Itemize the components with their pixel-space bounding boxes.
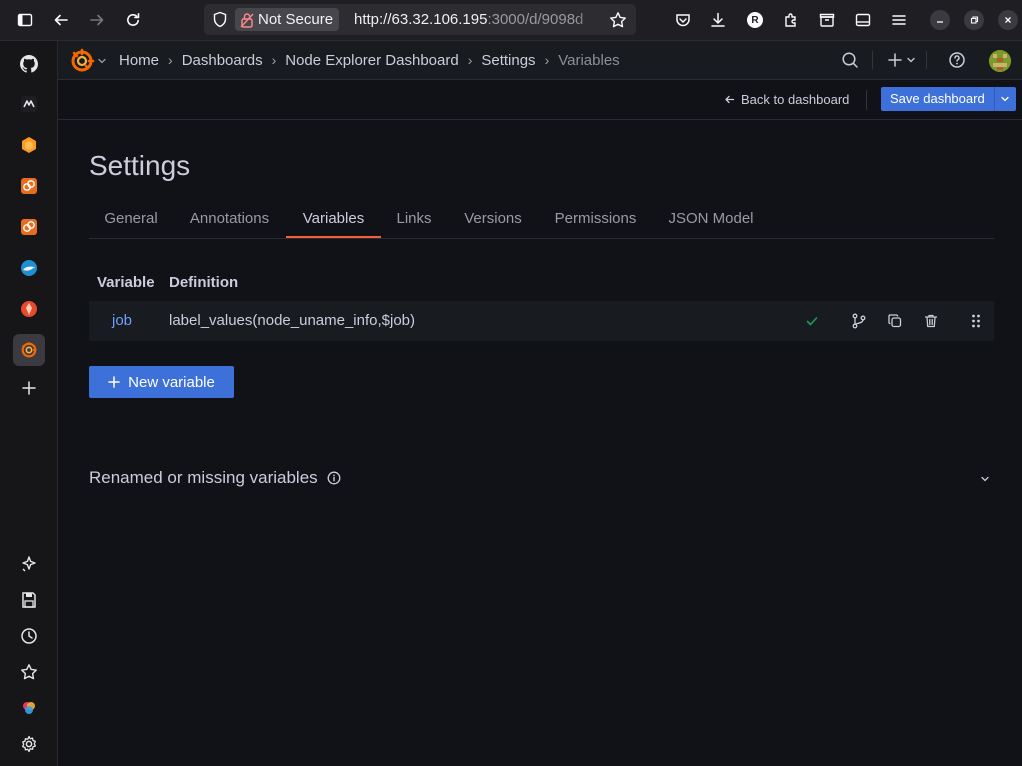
variable-name-link[interactable]: job bbox=[112, 301, 132, 341]
sidebar-view-icon[interactable] bbox=[849, 6, 877, 34]
tab-versions[interactable]: Versions bbox=[451, 202, 535, 238]
maximize-icon[interactable] bbox=[964, 10, 984, 30]
definition-column-header: Definition bbox=[169, 274, 239, 291]
shield-icon[interactable] bbox=[212, 11, 228, 28]
sparkle-icon[interactable] bbox=[13, 548, 45, 580]
divider bbox=[872, 51, 873, 69]
menu-icon[interactable] bbox=[885, 6, 913, 34]
back-to-dashboard-label: Back to dashboard bbox=[741, 92, 850, 107]
download-icon[interactable] bbox=[704, 6, 732, 34]
url-path: :3000/d/9098d bbox=[487, 11, 584, 28]
breadcrumb-home[interactable]: Home bbox=[119, 52, 159, 69]
info-icon[interactable] bbox=[327, 471, 341, 485]
chevron-right-icon: › bbox=[544, 52, 550, 68]
table-row: job label_values(node_uname_info,$job) bbox=[89, 301, 994, 341]
plus-icon bbox=[887, 52, 903, 68]
chevron-right-icon: › bbox=[271, 52, 277, 68]
url-text[interactable]: http://63.32.106.195:3000/d/9098d bbox=[354, 4, 604, 35]
extensions-icon[interactable] bbox=[777, 6, 805, 34]
settings-tabs: General Annotations Variables Links Vers… bbox=[89, 202, 994, 239]
github-icon[interactable] bbox=[13, 48, 45, 80]
save-dashboard-button-group: Save dashboard bbox=[881, 87, 1016, 111]
close-window-icon[interactable] bbox=[998, 10, 1018, 30]
help-icon[interactable] bbox=[948, 41, 966, 79]
back-arrow-icon[interactable] bbox=[47, 6, 75, 34]
plus-icon bbox=[108, 376, 120, 388]
tab-links[interactable]: Links bbox=[385, 202, 443, 238]
new-variable-button[interactable]: New variable bbox=[89, 366, 234, 398]
chevron-right-icon: › bbox=[168, 52, 173, 68]
trash-icon[interactable] bbox=[922, 312, 940, 330]
not-secure-label: Not Secure bbox=[258, 11, 334, 28]
arrow-left-icon bbox=[724, 94, 735, 105]
tab-annotations[interactable]: Annotations bbox=[177, 202, 282, 238]
chevron-down-icon bbox=[906, 55, 916, 65]
section-title: Renamed or missing variables bbox=[89, 468, 318, 487]
app-icon[interactable] bbox=[13, 252, 45, 284]
clock-icon[interactable] bbox=[13, 620, 45, 652]
tab-json-model[interactable]: JSON Model bbox=[656, 202, 766, 238]
grafana-home-menu[interactable] bbox=[69, 48, 107, 74]
dependencies-icon[interactable] bbox=[850, 312, 868, 330]
breadcrumb-settings[interactable]: Settings bbox=[481, 52, 535, 69]
app-icon[interactable] bbox=[13, 293, 45, 325]
chevron-down-icon bbox=[97, 56, 107, 66]
add-icon[interactable] bbox=[13, 372, 45, 404]
chevron-down-icon bbox=[1000, 94, 1010, 104]
profile-extension-icon[interactable]: R bbox=[741, 6, 769, 34]
dashboard-toolbar: Back to dashboard Save dashboard bbox=[58, 80, 1022, 120]
tab-variables[interactable]: Variables bbox=[286, 202, 381, 238]
drag-handle-icon[interactable] bbox=[967, 312, 985, 330]
grafana-icon[interactable] bbox=[13, 334, 45, 366]
not-secure-badge[interactable]: Not Secure bbox=[235, 8, 340, 31]
url-host: http://63.32.106.195 bbox=[354, 11, 488, 28]
chevron-right-icon: › bbox=[467, 52, 473, 68]
breadcrumb: Home › Dashboards › Node Explorer Dashbo… bbox=[119, 41, 620, 79]
star-icon[interactable] bbox=[13, 656, 45, 688]
avatar[interactable] bbox=[989, 50, 1011, 72]
search-icon[interactable] bbox=[841, 41, 859, 79]
save-dashboard-button[interactable]: Save dashboard bbox=[881, 87, 994, 111]
breadcrumb-variables: Variables bbox=[558, 51, 620, 69]
floppy-icon[interactable] bbox=[13, 584, 45, 616]
app-dock bbox=[0, 41, 58, 766]
save-options-button[interactable] bbox=[993, 87, 1016, 111]
chevron-down-icon[interactable] bbox=[979, 473, 991, 485]
gear-icon[interactable] bbox=[13, 728, 45, 760]
app-icon[interactable] bbox=[13, 129, 45, 161]
breadcrumb-dashboard[interactable]: Node Explorer Dashboard bbox=[285, 52, 458, 69]
profile-initial: R bbox=[747, 12, 763, 28]
page-title: Settings bbox=[89, 150, 191, 181]
variable-column-header: Variable bbox=[97, 274, 155, 291]
check-icon bbox=[803, 312, 821, 330]
grafana-logo-icon bbox=[69, 48, 95, 74]
address-bar[interactable]: Not Secure http://63.32.106.195:3000/d/9… bbox=[204, 4, 636, 35]
breadcrumb-dashboards[interactable]: Dashboards bbox=[182, 52, 263, 69]
bookmark-star-icon[interactable] bbox=[609, 11, 627, 29]
divider bbox=[926, 51, 927, 69]
app-icon[interactable] bbox=[13, 88, 45, 120]
back-to-dashboard-button[interactable]: Back to dashboard bbox=[724, 80, 849, 119]
tab-general[interactable]: General bbox=[89, 202, 173, 238]
container-icon[interactable] bbox=[813, 6, 841, 34]
variable-definition: label_values(node_uname_info,$job) bbox=[169, 312, 416, 329]
divider bbox=[866, 90, 867, 110]
add-menu-button[interactable] bbox=[887, 41, 916, 79]
minimize-icon[interactable] bbox=[930, 10, 950, 30]
broken-lock-icon bbox=[240, 12, 254, 28]
app-icon[interactable] bbox=[13, 170, 45, 202]
app-icon[interactable] bbox=[13, 211, 45, 243]
duplicate-icon[interactable] bbox=[886, 312, 904, 330]
grafana-top-nav: Home › Dashboards › Node Explorer Dashbo… bbox=[58, 41, 1022, 80]
sidebar-toggle-icon[interactable] bbox=[11, 6, 39, 34]
browser-toolbar: Not Secure http://63.32.106.195:3000/d/9… bbox=[0, 0, 1022, 41]
renamed-missing-variables-header[interactable]: Renamed or missing variables bbox=[89, 468, 341, 488]
reload-icon[interactable] bbox=[119, 6, 147, 34]
pocket-icon[interactable] bbox=[669, 6, 697, 34]
app-icon[interactable] bbox=[13, 692, 45, 724]
new-variable-label: New variable bbox=[128, 373, 215, 391]
forward-arrow-icon[interactable] bbox=[83, 6, 111, 34]
tab-permissions[interactable]: Permissions bbox=[543, 202, 648, 238]
